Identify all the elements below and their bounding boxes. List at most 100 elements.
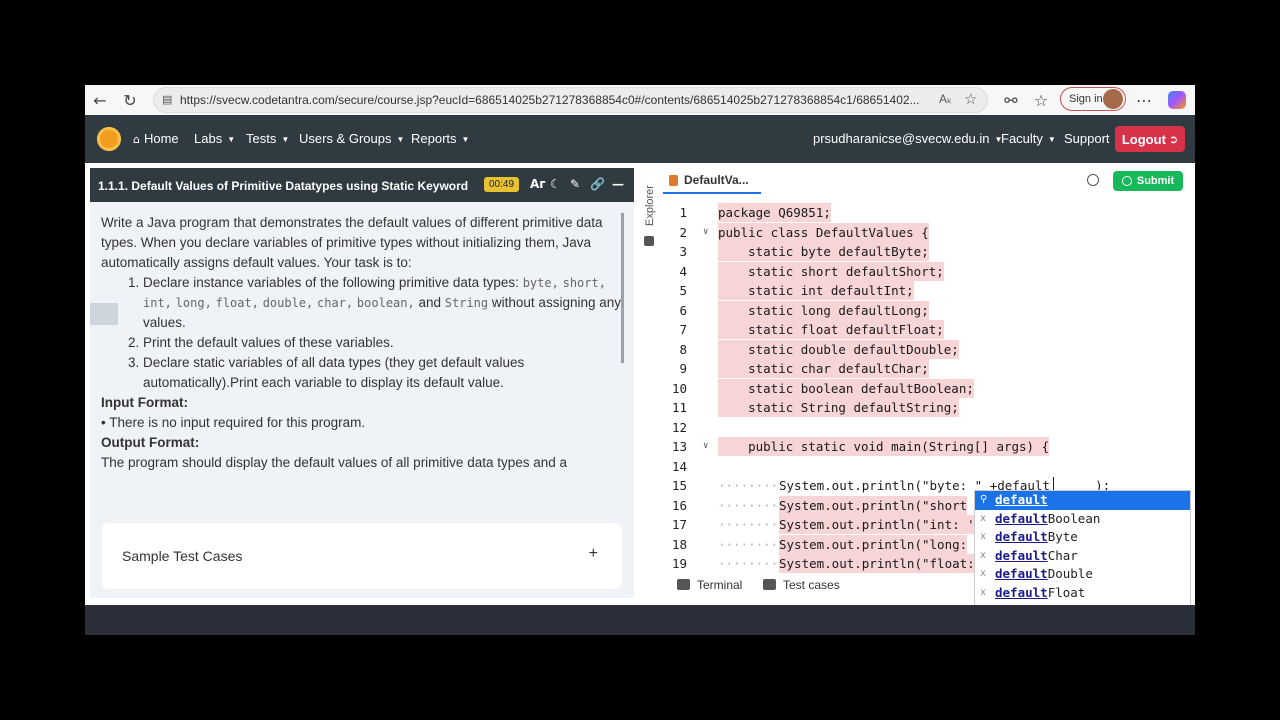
favorite-star-icon[interactable]: ☆ <box>964 90 977 108</box>
explorer-label[interactable]: Explorer <box>644 185 656 226</box>
autocomplete-item[interactable]: x defaultDouble <box>975 565 1190 584</box>
sample-test-cases-card[interactable]: Sample Test Cases + <box>102 523 622 589</box>
tab-file[interactable]: DefaultVa... <box>663 168 761 194</box>
code-text: static short defaultShort; <box>718 261 944 281</box>
chevron-down-icon: ▼ <box>227 135 236 145</box>
submit-label: Submit <box>1136 175 1175 187</box>
nav-users-groups[interactable]: Users & Groups ▼ <box>299 131 404 146</box>
fold-chevron-icon[interactable]: ∨ <box>703 437 708 456</box>
code-text: package Q69851; <box>718 203 831 222</box>
play-icon <box>1121 176 1132 186</box>
autocomplete-item[interactable]: ⚲ default <box>975 491 1190 510</box>
minimize-icon[interactable]: — <box>612 177 624 191</box>
line-number: 11 <box>671 400 687 415</box>
type-code: long, <box>175 296 212 310</box>
type-code: boolean, <box>356 296 415 310</box>
code-text: System.out.println("float: <box>779 554 975 573</box>
site-info-icon[interactable]: ▤ <box>162 93 172 106</box>
code-line[interactable]: 5 static int defaultInt; <box>663 281 1185 301</box>
keyword-icon: ⚲ <box>980 494 988 505</box>
line-number: 18 <box>671 536 687 552</box>
address-bar[interactable]: ▤ https://svecw.codetantra.com/secure/co… <box>153 87 988 113</box>
nav-reports[interactable]: Reports ▼ <box>411 131 469 146</box>
explorer-rail[interactable]: Explorer <box>640 178 660 598</box>
more-menu-icon[interactable]: ⋯ <box>1133 89 1155 111</box>
code-line[interactable]: 9 static char defaultChar; <box>663 359 1185 379</box>
input-format-item: • There is no input required for this pr… <box>101 415 366 430</box>
autocomplete-item[interactable]: x defaultFloat <box>975 584 1190 603</box>
code-line[interactable]: 11 static String defaultString; <box>663 398 1185 418</box>
problem-intro: Write a Java program that demonstrates t… <box>101 215 603 270</box>
line-number: 1 <box>679 205 687 220</box>
explorer-icon[interactable] <box>644 236 654 246</box>
read-aloud-icon[interactable]: Aₖ <box>939 92 952 106</box>
link-icon[interactable]: 🔗 <box>590 177 605 191</box>
autocomplete-item[interactable]: x defaultChar <box>975 547 1190 566</box>
task-item: Declare static variables of all data typ… <box>143 353 621 393</box>
test-cases-icon <box>763 579 776 590</box>
nav-tests[interactable]: Tests ▼ <box>246 131 289 146</box>
timer-badge: 00:49 <box>484 177 520 192</box>
problem-description: Write a Java program that demonstrates t… <box>101 213 621 473</box>
chevron-down-icon: ▼ <box>1047 135 1056 145</box>
extensions-icon[interactable]: ⚯ <box>1000 89 1022 111</box>
code-text: public class DefaultValues { <box>718 222 929 242</box>
terminal-tab[interactable]: Terminal <box>677 578 742 592</box>
nav-user-menu[interactable]: prsudharanicse@svecw.edu.in ▼ <box>813 131 1002 146</box>
code-line[interactable]: 1 package Q69851; <box>663 203 1185 223</box>
nav-home[interactable]: ⌂ Home <box>133 131 179 146</box>
code-line[interactable]: 8 static double defaultDouble; <box>663 339 1185 360</box>
terminal-label: Terminal <box>697 578 743 592</box>
code-line[interactable]: 13 ∨ public static void main(String[] arg… <box>663 437 1185 457</box>
task-text: and <box>418 295 442 310</box>
nav-support[interactable]: Support <box>1064 131 1110 146</box>
code-line[interactable]: 14 <box>663 457 1185 477</box>
nav-users-groups-label: Users & Groups <box>299 131 392 146</box>
code-line[interactable]: 6 static long defaultLong; <box>663 300 1185 321</box>
code-line[interactable]: 4 static short defaultShort; <box>663 261 1185 282</box>
logout-label: Logout <box>1121 131 1166 147</box>
test-cases-tab[interactable]: Test cases <box>763 578 840 592</box>
logout-icon: ➲ <box>1168 132 1179 146</box>
output-format-text: The program should display the default v… <box>101 455 568 470</box>
code-line[interactable]: 3 static byte defaultByte; <box>663 242 1185 262</box>
font-size-icon[interactable]: Aᴦ <box>530 177 546 191</box>
code-line[interactable]: 2 ∨ public class DefaultValues { <box>663 222 1185 243</box>
description-scrollbar[interactable] <box>621 213 624 363</box>
code-line[interactable]: 10 static boolean defaultBoolean; <box>663 378 1185 399</box>
type-code: byte, <box>522 276 559 290</box>
indent-guide: ········ <box>718 478 779 493</box>
line-number: 3 <box>679 244 687 259</box>
copilot-icon[interactable] <box>1168 91 1186 109</box>
nav-labs[interactable]: Labs ▼ <box>194 131 235 146</box>
site-logo[interactable] <box>97 127 121 151</box>
refresh-icon[interactable]: ↻ <box>119 89 141 111</box>
logout-button[interactable]: Logout ➲ <box>1115 126 1185 152</box>
autocomplete-item[interactable]: x defaultBoolean <box>975 510 1190 529</box>
autocomplete-match: default <box>995 492 1048 507</box>
run-icon[interactable] <box>1087 174 1099 186</box>
expand-icon[interactable]: + <box>589 545 598 563</box>
code-line[interactable]: 12 <box>663 418 1185 438</box>
indent-guide: ········ <box>718 517 779 532</box>
nav-faculty[interactable]: Faculty ▼ <box>1001 131 1056 146</box>
back-icon[interactable]: ← <box>89 89 111 111</box>
task-item: Print the default values of these variab… <box>143 333 621 353</box>
code-text: static long defaultLong; <box>718 300 929 320</box>
edit-icon[interactable]: ✎ <box>570 177 580 191</box>
browser-toolbar: ← ↻ ▤ https://svecw.codetantra.com/secur… <box>85 85 1195 115</box>
problem-header: 1.1.1. Default Values of Primitive Datat… <box>90 168 634 202</box>
favorites-icon[interactable]: ☆ <box>1030 89 1052 111</box>
autocomplete-item[interactable]: x defaultByte <box>975 528 1190 547</box>
fold-chevron-icon[interactable]: ∨ <box>703 223 708 242</box>
line-number: 17 <box>671 517 687 532</box>
tab-file-label: DefaultVa... <box>684 173 749 187</box>
type-code: int, <box>143 296 172 310</box>
chevron-down-icon: ▼ <box>461 135 470 145</box>
dark-mode-icon[interactable]: ☾ <box>550 177 561 191</box>
submit-button[interactable]: Submit <box>1113 171 1183 191</box>
code-line[interactable]: 7 static float defaultFloat; <box>663 320 1185 340</box>
sign-in-button[interactable]: Sign in <box>1060 87 1126 111</box>
line-number: 6 <box>679 302 687 318</box>
variable-icon: x <box>980 512 987 524</box>
